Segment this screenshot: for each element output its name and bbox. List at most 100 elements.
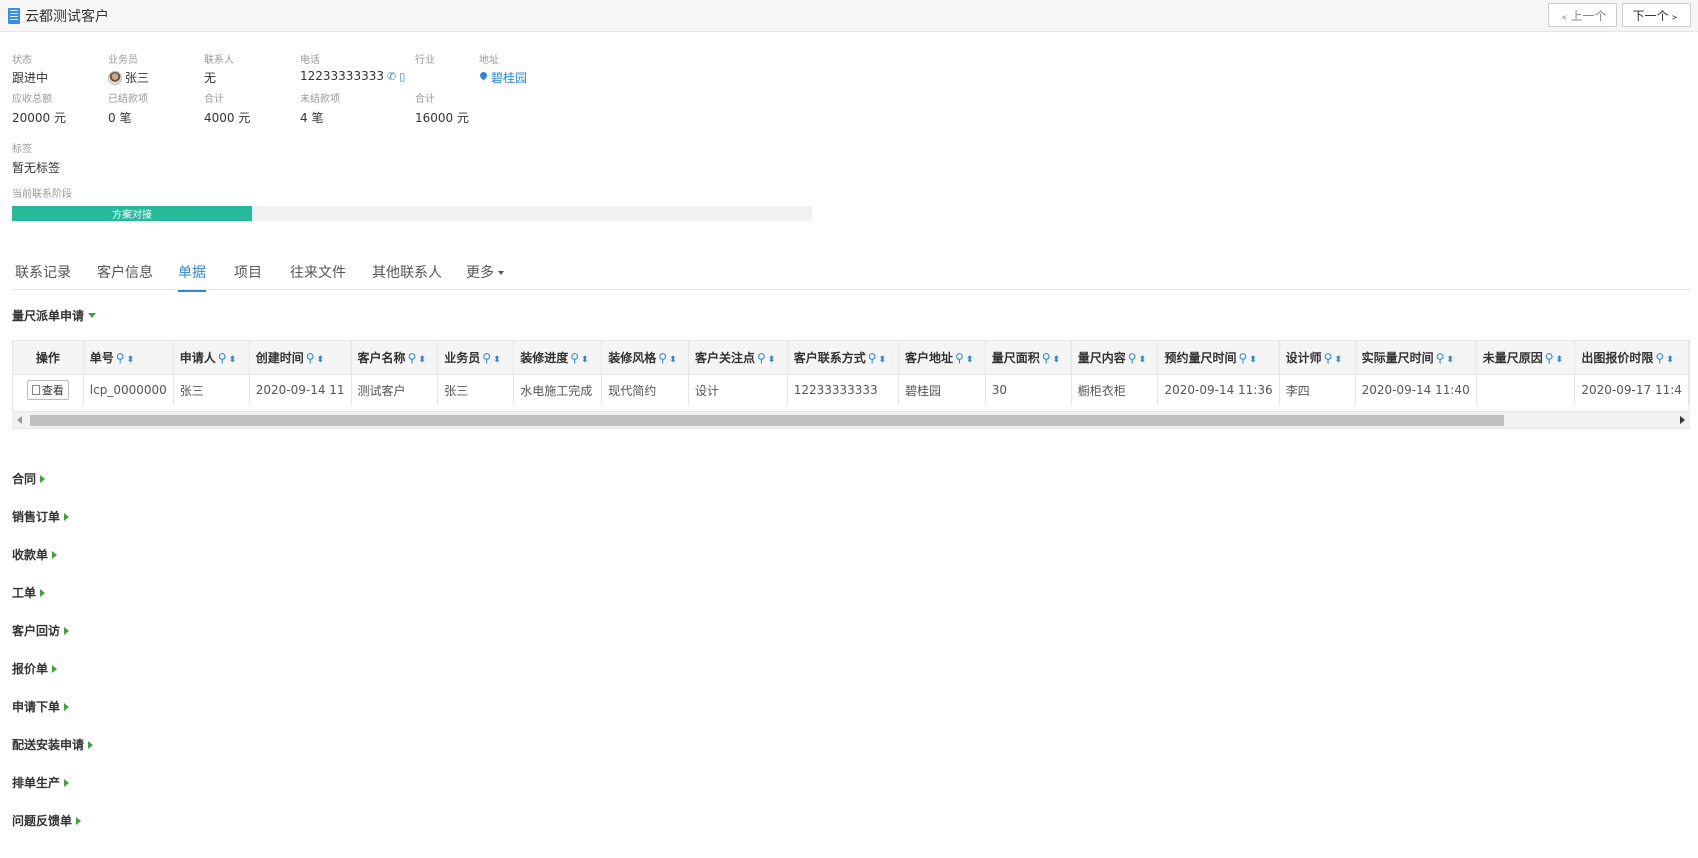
search-icon[interactable]: ⚲ <box>1655 351 1664 365</box>
tab-other-contacts[interactable]: 其他联系人 <box>372 262 442 290</box>
sort-icon[interactable]: ⬍ <box>669 355 677 365</box>
search-icon[interactable]: ⚲ <box>1239 351 1248 365</box>
phone-label: 电话 <box>300 55 320 66</box>
search-icon[interactable]: ⚲ <box>306 351 315 365</box>
section-order-request[interactable]: 申请下单 <box>12 698 70 715</box>
section-delivery-install[interactable]: 配送安装申请 <box>12 736 94 753</box>
address-link[interactable]: 碧桂园 <box>491 69 527 86</box>
column-header[interactable]: 设计师 ⚲ ⬍ <box>1279 341 1356 375</box>
search-icon[interactable]: ⚲ <box>482 351 491 365</box>
scroll-right-icon[interactable] <box>1680 416 1685 424</box>
section-title: 排单生产 <box>12 776 61 790</box>
column-header[interactable]: 客户联系方式 ⚲ ⬍ <box>787 341 900 375</box>
section-work-order[interactable]: 工单 <box>12 584 46 601</box>
contact-label: 联系人 <box>204 55 234 66</box>
mobile-icon[interactable]: ▯ <box>399 70 405 83</box>
scroll-left-icon[interactable] <box>17 416 22 424</box>
search-icon[interactable]: ⚲ <box>1545 351 1554 365</box>
sort-icon[interactable]: ⬍ <box>1334 355 1342 365</box>
expand-right-icon <box>52 550 58 559</box>
search-icon[interactable]: ⚲ <box>408 351 417 365</box>
tags-label: 标签 <box>12 144 32 155</box>
column-header[interactable]: 出图报价时限 ⚲ ⬍ <box>1574 341 1689 375</box>
column-header: 操作 <box>13 341 84 375</box>
sort-icon[interactable]: ⬍ <box>1666 355 1674 365</box>
tab-projects[interactable]: 项目 <box>234 262 262 290</box>
section-contract[interactable]: 合同 <box>12 470 46 487</box>
table-cell: 碧桂园 <box>898 374 986 406</box>
tab-customer-info[interactable]: 客户信息 <box>97 262 153 290</box>
sort-icon[interactable]: ⬍ <box>418 355 426 365</box>
horizontal-scrollbar[interactable] <box>12 411 1690 428</box>
expand-right-icon <box>64 778 70 787</box>
tab-documents[interactable]: 单据 <box>178 262 206 292</box>
sort-icon[interactable]: ⬍ <box>317 355 325 365</box>
tab-bar: 联系记录 客户信息 单据 项目 往来文件 其他联系人 更多 <box>12 258 1690 292</box>
phone-icon[interactable]: ✆ <box>387 70 396 83</box>
search-icon[interactable]: ⚲ <box>1042 351 1051 365</box>
table-row: 查看 lcp_0000000 张三 2020-09-14 11 测试客户 张三 水电施工完成… <box>13 374 1689 406</box>
search-icon[interactable]: ⚲ <box>955 351 964 365</box>
column-header[interactable]: 实际量尺时间 ⚲ ⬍ <box>1355 341 1477 375</box>
column-header[interactable]: 申请人 ⚲ ⬍ <box>173 341 250 375</box>
search-icon[interactable]: ⚲ <box>1128 351 1137 365</box>
view-button[interactable]: 查看 <box>26 380 69 401</box>
sort-icon[interactable]: ⬍ <box>1446 355 1454 365</box>
sort-icon[interactable]: ⬍ <box>966 355 974 365</box>
unsettled-label: 未结款项 <box>300 94 340 105</box>
column-header[interactable]: 量尺面积 ⚲ ⬍ <box>985 341 1072 375</box>
scrollbar-thumb[interactable] <box>30 415 1504 426</box>
search-icon[interactable]: ⚲ <box>868 351 877 365</box>
column-header[interactable]: 业务员 ⚲ ⬍ <box>437 341 515 375</box>
sort-icon[interactable]: ⬍ <box>493 355 501 365</box>
tab-more[interactable]: 更多 <box>466 262 504 290</box>
search-icon[interactable]: ⚲ <box>570 351 579 365</box>
expand-right-icon <box>64 626 70 635</box>
column-header-label: 装修进度 <box>520 350 569 365</box>
column-header[interactable]: 预约量尺时间 ⚲ ⬍ <box>1157 341 1280 375</box>
sort-icon[interactable]: ⬍ <box>768 355 776 365</box>
column-header-label: 客户地址 <box>905 350 954 365</box>
column-header[interactable]: 装修风格 ⚲ ⬍ <box>601 341 689 375</box>
section-receipt[interactable]: 收款单 <box>12 546 58 563</box>
section-production-schedule[interactable]: 排单生产 <box>12 774 70 791</box>
sort-icon[interactable]: ⬍ <box>1053 355 1061 365</box>
column-header[interactable]: 客户关注点 ⚲ ⬍ <box>688 341 788 375</box>
section-issue-feedback[interactable]: 问题反馈单 <box>12 812 82 829</box>
sort-icon[interactable]: ⬍ <box>1249 355 1257 365</box>
column-header[interactable]: 未量尺原因 ⚲ ⬍ <box>1476 341 1576 375</box>
prev-button[interactable]: ﹤上一个 <box>1548 3 1617 27</box>
tab-contact-records[interactable]: 联系记录 <box>15 262 71 290</box>
sort-icon[interactable]: ⬍ <box>581 355 589 365</box>
unsettled-total-value: 16000 元 <box>415 111 469 125</box>
search-icon[interactable]: ⚲ <box>1436 351 1445 365</box>
column-header-label: 量尺内容 <box>1077 350 1126 365</box>
column-header[interactable]: 创建时间 ⚲ ⬍ <box>249 341 352 375</box>
column-header-label: 客户关注点 <box>694 350 755 365</box>
section-quotation[interactable]: 报价单 <box>12 660 58 677</box>
column-header[interactable]: 客户地址 ⚲ ⬍ <box>898 341 986 375</box>
sort-icon[interactable]: ⬍ <box>879 355 887 365</box>
tab-files[interactable]: 往来文件 <box>290 262 346 290</box>
sort-icon[interactable]: ⬍ <box>1556 355 1564 365</box>
column-header[interactable]: 装修进度 ⚲ ⬍ <box>513 341 603 375</box>
sort-icon[interactable]: ⬍ <box>1139 355 1147 365</box>
table-cell <box>1476 374 1576 406</box>
search-icon[interactable]: ⚲ <box>757 351 766 365</box>
address-value[interactable]: 碧桂园 <box>479 69 527 86</box>
search-icon[interactable]: ⚲ <box>1324 351 1333 365</box>
column-header[interactable]: 客户名称 ⚲ ⬍ <box>351 341 439 375</box>
section-customer-revisit[interactable]: 客户回访 <box>12 622 70 639</box>
expand-right-icon <box>76 816 82 825</box>
sort-icon[interactable]: ⬍ <box>127 355 135 365</box>
section-measure-request[interactable]: 量尺派单申请 <box>12 307 97 324</box>
sort-icon[interactable]: ⬍ <box>229 355 237 365</box>
section-sales-order[interactable]: 销售订单 <box>12 508 70 525</box>
column-header[interactable]: 单号 ⚲ ⬍ <box>83 341 174 375</box>
search-icon[interactable]: ⚲ <box>116 351 125 365</box>
search-icon[interactable]: ⚲ <box>218 351 227 365</box>
next-button[interactable]: 下一个﹥ <box>1622 3 1691 27</box>
section-title: 配送安装申请 <box>12 738 85 752</box>
column-header[interactable]: 量尺内容 ⚲ ⬍ <box>1071 341 1159 375</box>
search-icon[interactable]: ⚲ <box>658 351 667 365</box>
